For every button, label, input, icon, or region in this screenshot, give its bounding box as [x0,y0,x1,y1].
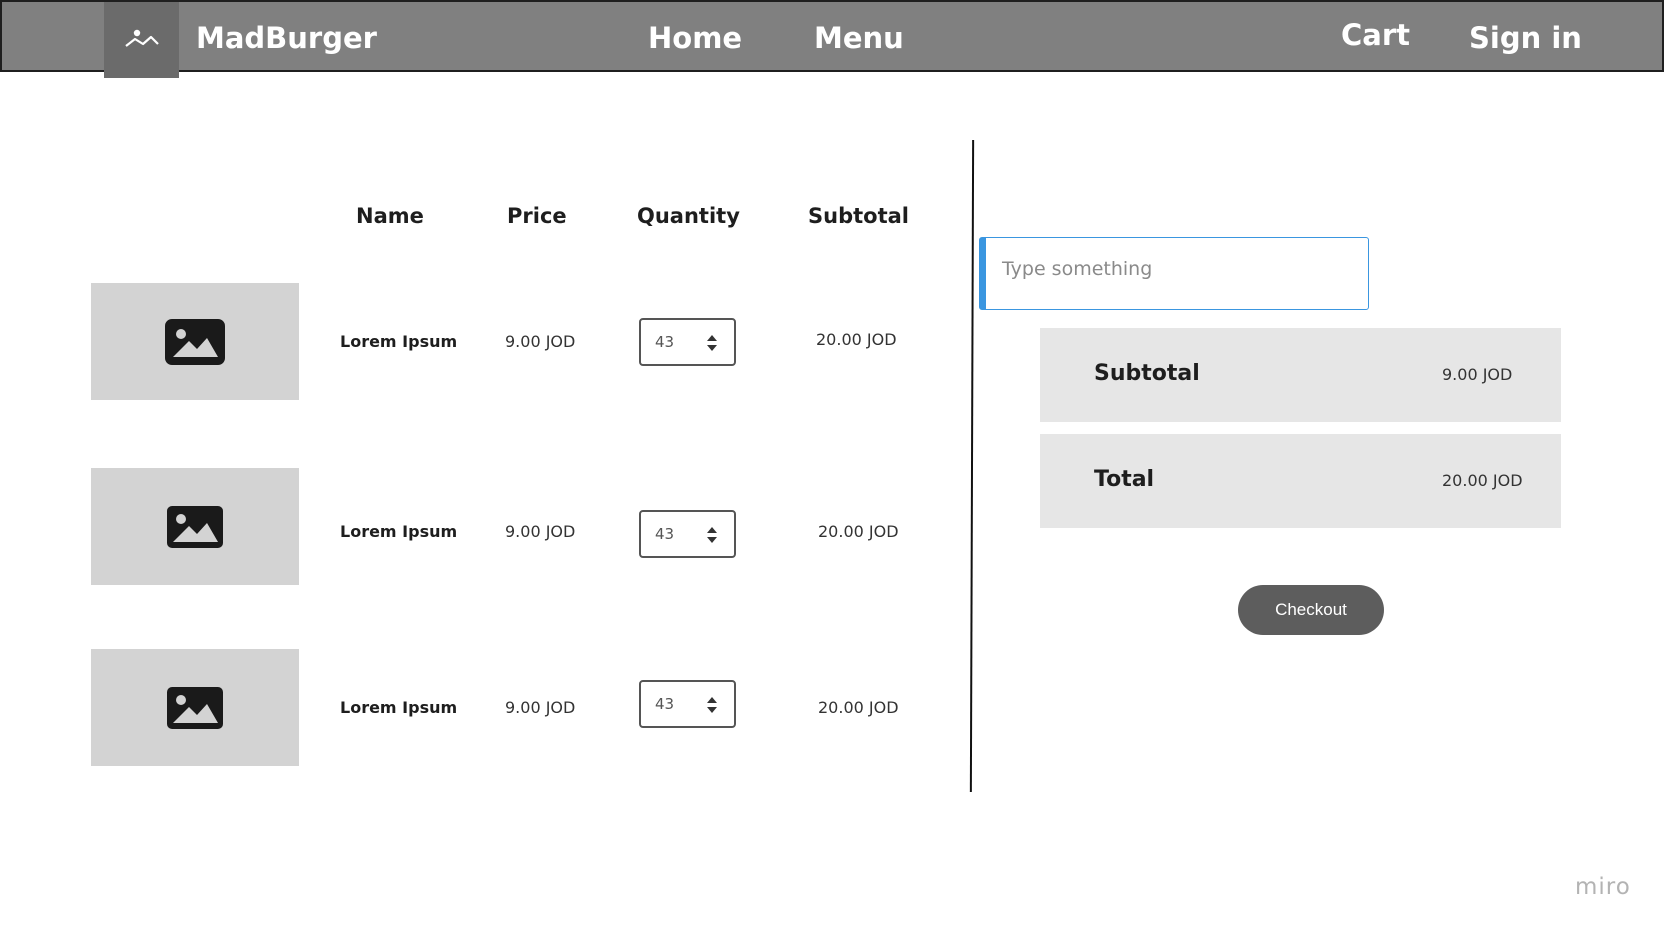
miro-watermark: miro [1575,874,1631,900]
product-price: 9.00 JOD [505,522,576,541]
product-thumbnail [91,649,299,766]
total-value: 20.00 JOD [1442,471,1523,490]
column-header-price: Price [507,204,567,228]
stepper-arrows-icon[interactable] [706,332,718,354]
row-subtotal: 20.00 JOD [818,698,899,717]
checkout-button[interactable]: Checkout [1238,585,1384,635]
row-subtotal: 20.00 JOD [816,330,897,349]
subtotal-label: Subtotal [1094,361,1200,386]
subtotal-value: 9.00 JOD [1442,365,1513,384]
subtotal-summary-box: Subtotal 9.00 JOD [1040,328,1561,422]
text-input[interactable]: Type something [979,237,1369,310]
vertical-divider [969,139,975,793]
nav-home-link[interactable]: Home [648,20,742,56]
image-icon [167,505,223,548]
image-icon [167,686,223,729]
image-icon [165,318,225,365]
image-placeholder-icon [124,29,159,47]
product-name: Lorem Ipsum [340,332,458,351]
product-price: 9.00 JOD [505,332,576,351]
product-thumbnail [91,283,299,400]
quantity-value: 43 [655,525,675,543]
brand-name[interactable]: MadBurger [196,20,377,56]
column-header-quantity: Quantity [637,204,740,228]
stepper-arrows-icon[interactable] [706,524,718,546]
product-name: Lorem Ipsum [340,522,458,541]
product-price: 9.00 JOD [505,698,576,717]
stepper-arrows-icon[interactable] [706,694,718,716]
quantity-stepper[interactable]: 43 [639,318,736,366]
row-subtotal: 20.00 JOD [818,522,899,541]
logo[interactable] [104,2,179,78]
total-label: Total [1094,467,1155,492]
column-header-name: Name [356,204,424,228]
product-thumbnail [91,468,299,585]
product-name: Lorem Ipsum [340,698,458,717]
total-summary-box: Total 20.00 JOD [1040,434,1561,528]
quantity-value: 43 [655,333,675,351]
text-input-placeholder: Type something [1002,258,1153,280]
column-header-subtotal: Subtotal [808,204,909,228]
nav-cart-link[interactable]: Cart [1341,17,1410,53]
top-navbar: MadBurger Home Menu Cart Sign in [0,0,1664,78]
nav-menu-link[interactable]: Menu [814,20,904,56]
nav-sign-in-link[interactable]: Sign in [1469,20,1582,56]
quantity-stepper[interactable]: 43 [639,510,736,558]
quantity-value: 43 [655,695,675,713]
quantity-stepper[interactable]: 43 [639,680,736,728]
